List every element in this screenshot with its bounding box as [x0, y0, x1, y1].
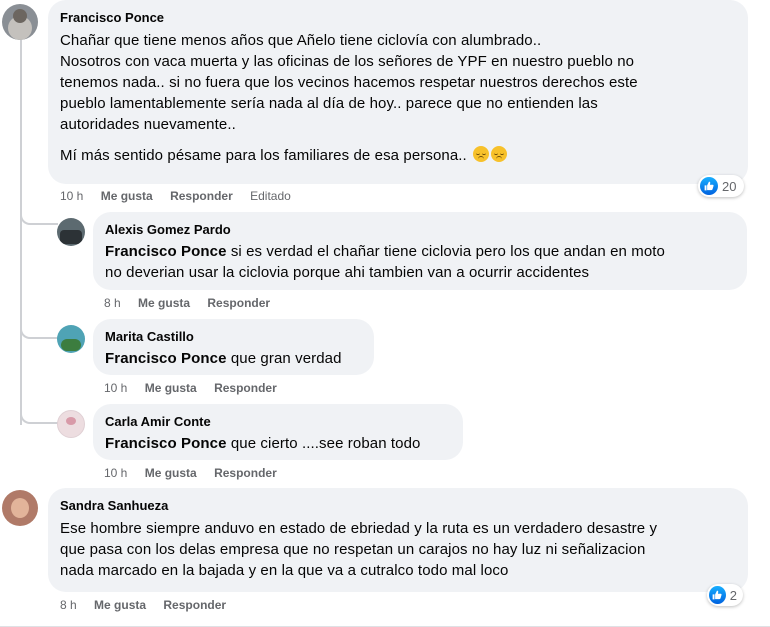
- reply-bubble: Marita Castillo Francisco Ponce que gran…: [93, 319, 374, 375]
- reaction-summary[interactable]: 2: [707, 584, 743, 606]
- comment-text: que gran verdad: [226, 350, 342, 367]
- reaction-count: 20: [722, 178, 737, 194]
- comment-text-line: que pasa con los delas empresa que no re…: [60, 541, 646, 558]
- comment-time[interactable]: 10 h: [60, 189, 83, 203]
- disappointed-face-icon: [473, 146, 490, 162]
- comment-bubble: Francisco Ponce Chañar que tiene menos a…: [48, 0, 748, 184]
- comment-text-line: Ese hombre siempre anduvo en estado de e…: [60, 520, 658, 537]
- comment-text: que cierto ....see roban todo: [226, 435, 421, 452]
- reply-button[interactable]: Responder: [214, 466, 277, 480]
- thread-branch-3: [20, 410, 58, 424]
- thread-line-main: [20, 40, 22, 425]
- comment-actions: 10 h Me gusta Responder Editado: [60, 188, 305, 204]
- avatar[interactable]: [2, 4, 38, 40]
- like-button[interactable]: Me gusta: [94, 598, 146, 612]
- like-button[interactable]: Me gusta: [101, 189, 153, 203]
- comment-text-line: Nosotros con vaca muerta y las oficinas …: [60, 53, 635, 70]
- thread-branch-2: [20, 325, 58, 339]
- like-button[interactable]: Me gusta: [145, 381, 197, 395]
- reply-bubble: Carla Amir Conte Francisco Ponce que cie…: [93, 404, 463, 460]
- mention-link[interactable]: Francisco Ponce: [105, 243, 227, 260]
- comment-text-line: autoridades nuevamente..: [60, 116, 236, 133]
- reply-button[interactable]: Responder: [163, 598, 226, 612]
- comment-time[interactable]: 8 h: [60, 598, 77, 612]
- reply-button[interactable]: Responder: [214, 381, 277, 395]
- reaction-summary[interactable]: 20: [698, 175, 744, 197]
- avatar-photo: [11, 498, 29, 518]
- like-button[interactable]: Me gusta: [145, 466, 197, 480]
- comment-author[interactable]: Sandra Sanhueza: [60, 498, 736, 514]
- avatar-photo: [61, 339, 81, 351]
- comment-actions: 10 h Me gusta Responder: [104, 465, 291, 481]
- avatar[interactable]: [57, 410, 85, 438]
- comment-bubble: Sandra Sanhueza Ese hombre siempre anduv…: [48, 488, 748, 592]
- comment-time[interactable]: 8 h: [104, 296, 121, 310]
- like-icon: [709, 586, 726, 604]
- comment-text-line: no deverian usar la ciclovia porque ahi …: [105, 264, 590, 281]
- comment-actions: 10 h Me gusta Responder: [104, 380, 291, 396]
- comment-author[interactable]: Marita Castillo: [105, 329, 362, 345]
- avatar-photo: [66, 417, 76, 425]
- comment-text-line: pueblo lamentablemente sería nada al día…: [60, 95, 598, 112]
- avatar-photo: [60, 230, 82, 244]
- comment-author[interactable]: Carla Amir Conte: [105, 414, 451, 430]
- disappointed-face-icon: [491, 146, 508, 162]
- comment-text-line: Chañar que tiene menos años que Añelo ti…: [60, 32, 542, 49]
- comment-text-line: tenemos nada.. si no fuera que los vecin…: [60, 74, 638, 91]
- comment-text-line: Francisco Ponce que cierto ....see roban…: [105, 433, 451, 454]
- thread-branch-1: [20, 205, 58, 225]
- like-button[interactable]: Me gusta: [138, 296, 190, 310]
- comment-text-line: Francisco Ponce si es verdad el chañar t…: [105, 241, 735, 262]
- edited-label: Editado: [250, 189, 291, 203]
- reply-button[interactable]: Responder: [170, 189, 233, 203]
- comment-author[interactable]: Alexis Gomez Pardo: [105, 222, 735, 238]
- comment-text-line: nada marcado en la bajada y en la que va…: [60, 562, 509, 579]
- reply-bubble: Alexis Gomez Pardo Francisco Ponce si es…: [93, 212, 747, 290]
- like-icon: [700, 177, 718, 195]
- reply-button[interactable]: Responder: [207, 296, 270, 310]
- comment-time[interactable]: 10 h: [104, 381, 127, 395]
- comment-text-line: Francisco Ponce que gran verdad: [105, 348, 362, 369]
- comment-actions: 8 h Me gusta Responder: [104, 295, 284, 311]
- comment-author[interactable]: Francisco Ponce: [60, 10, 736, 26]
- mention-link[interactable]: Francisco Ponce: [105, 435, 227, 452]
- avatar-photo-head: [13, 9, 27, 23]
- mention-link[interactable]: Francisco Ponce: [105, 350, 227, 367]
- comment-text-line: Mí más sentido pésame para los familiare…: [60, 145, 736, 166]
- avatar[interactable]: [57, 218, 85, 246]
- reaction-count: 2: [729, 587, 737, 603]
- comment-time[interactable]: 10 h: [104, 466, 127, 480]
- avatar[interactable]: [2, 490, 38, 526]
- comment-actions: 8 h Me gusta Responder: [60, 597, 240, 613]
- comment-text-last: Mí más sentido pésame para los familiare…: [60, 147, 467, 164]
- comment-text: si es verdad el chañar tiene ciclovia pe…: [226, 243, 665, 260]
- avatar[interactable]: [57, 325, 85, 353]
